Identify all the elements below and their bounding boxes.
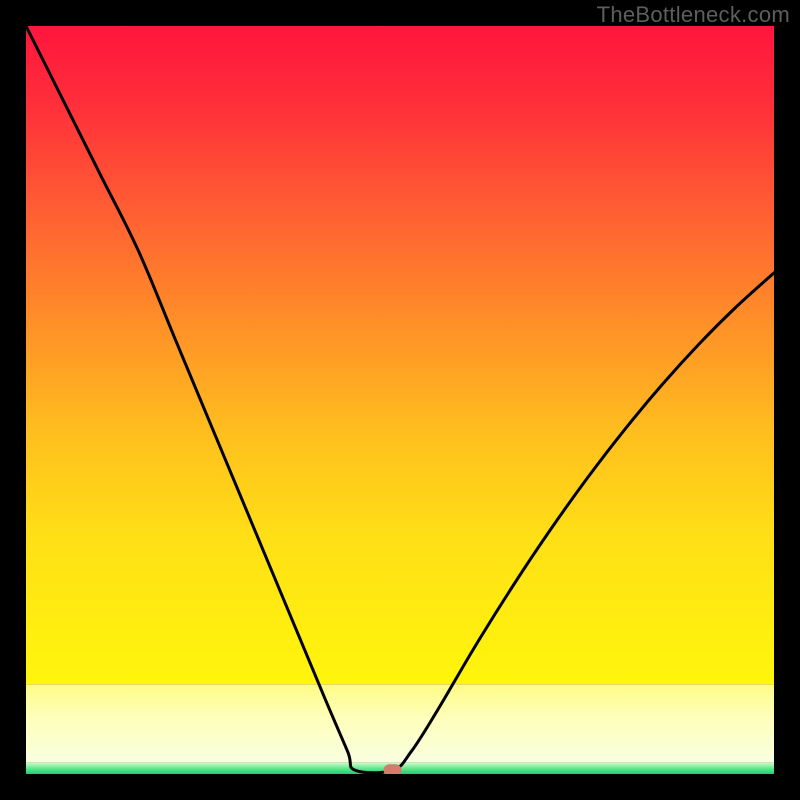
background-layer bbox=[26, 26, 774, 774]
optimum-marker bbox=[384, 764, 402, 774]
plot-svg bbox=[26, 26, 774, 774]
bottleneck-plot bbox=[26, 26, 774, 774]
chart-frame: TheBottleneck.com bbox=[0, 0, 800, 800]
watermark-text: TheBottleneck.com bbox=[597, 2, 790, 28]
marker-layer bbox=[384, 764, 402, 774]
